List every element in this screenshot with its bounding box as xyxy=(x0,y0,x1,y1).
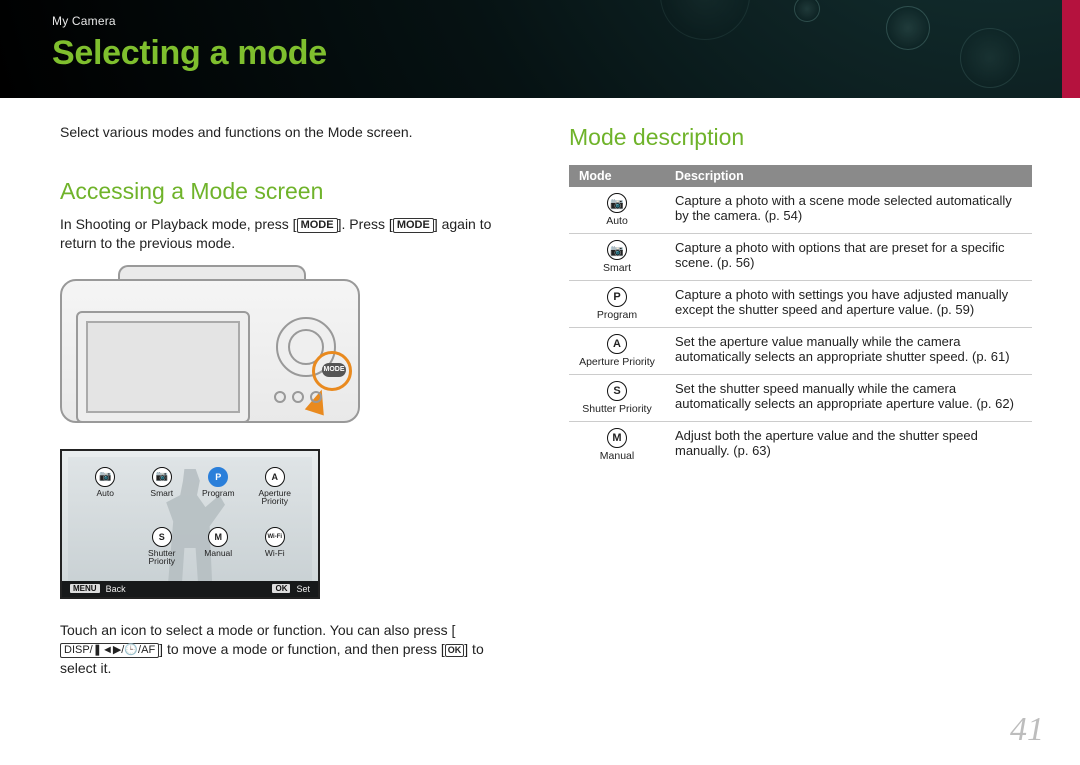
left-column: Select various modes and functions on th… xyxy=(60,124,523,677)
mode-icon-p: P xyxy=(607,287,627,307)
camera-icon: 📷 xyxy=(95,467,115,487)
mode-label: Wi-Fi xyxy=(265,549,285,558)
camera-buttons xyxy=(274,383,336,411)
mode-icon-a: A xyxy=(265,467,285,487)
camera-illustration: MODE xyxy=(60,265,360,423)
mode-screen-footer: MENU Back OK Set xyxy=(62,581,318,597)
th-mode: Mode xyxy=(569,165,665,187)
mode-label: Aperture Priority xyxy=(248,489,303,506)
ok-button-label: OK xyxy=(445,644,465,657)
decor-circle xyxy=(886,6,930,50)
mode-desc: Adjust both the aperture value and the s… xyxy=(665,422,1032,469)
mode-name: Program xyxy=(579,309,655,321)
section-heading-accessing: Accessing a Mode screen xyxy=(60,178,523,205)
mode-icon-m: M xyxy=(607,428,627,448)
mode-icon-s: S xyxy=(607,381,627,401)
touch-paragraph: Touch an icon to select a mode or functi… xyxy=(60,621,523,678)
mode-desc: Capture a photo with options that are pr… xyxy=(665,234,1032,281)
set-label: Set xyxy=(296,584,310,594)
wifi-icon: Wi-Fi xyxy=(265,527,285,547)
mode-screen-inner: 📷 Auto 📷 Smart P Program A Aperture Priority… xyxy=(68,457,312,591)
page-body: Select various modes and functions on th… xyxy=(0,98,1080,677)
mode-icon-a: A xyxy=(607,334,627,354)
text: ]. Press [ xyxy=(338,216,393,232)
table-row: Smart Capture a photo with options that … xyxy=(569,234,1032,281)
menu-tag: MENU xyxy=(70,584,100,593)
table-row: M Manual Adjust both the aperture value a… xyxy=(569,422,1032,469)
mode-icon-p: P xyxy=(208,467,228,487)
text: ] to move a mode or function, and then p… xyxy=(159,641,445,657)
ok-tag: OK xyxy=(272,584,290,593)
mode-grid-row2: S Shutter Priority M Manual Wi-Fi Wi-Fi xyxy=(78,527,302,566)
lead-text: Select various modes and functions on th… xyxy=(60,124,523,140)
mode-name: Aperture Priority xyxy=(579,356,655,368)
mode-item-manual: M Manual xyxy=(191,527,246,566)
mode-desc: Capture a photo with settings you have a… xyxy=(665,281,1032,328)
mode-label: Manual xyxy=(204,549,232,558)
mode-button-label: MODE xyxy=(393,218,434,233)
th-description: Description xyxy=(665,165,1032,187)
camera-screen xyxy=(76,311,250,423)
mode-desc: Capture a photo with a scene mode select… xyxy=(665,187,1032,234)
table-row: Auto Capture a photo with a scene mode s… xyxy=(569,187,1032,234)
table-row: S Shutter Priority Set the shutter speed … xyxy=(569,375,1032,422)
decor-circle xyxy=(960,28,1020,88)
page-header: My Camera Selecting a mode xyxy=(0,0,1080,98)
mode-item-auto: 📷 Auto xyxy=(78,467,133,506)
text: In Shooting or Playback mode, press [ xyxy=(60,216,297,232)
mode-desc: Set the shutter speed manually while the… xyxy=(665,375,1032,422)
mode-item-wifi: Wi-Fi Wi-Fi xyxy=(248,527,303,566)
mode-item-aperture: A Aperture Priority xyxy=(248,467,303,506)
mode-screen-illustration: 📷 Auto 📷 Smart P Program A Aperture Priority… xyxy=(60,449,320,599)
camera-body: MODE xyxy=(60,279,360,423)
mode-name: Manual xyxy=(579,450,655,462)
mode-item-program: P Program xyxy=(191,467,246,506)
mode-icon-m: M xyxy=(208,527,228,547)
camera-icon: 📷 xyxy=(152,467,172,487)
table-row: P Program Capture a photo with settings y… xyxy=(569,281,1032,328)
mode-name: Auto xyxy=(579,215,655,227)
mode-description-table: Mode Description Auto Capture a photo wi… xyxy=(569,165,1032,468)
right-column: Mode description Mode Description Auto C… xyxy=(569,124,1032,677)
mode-label: Program xyxy=(202,489,235,498)
back-label: Back xyxy=(106,584,126,594)
mode-desc: Set the aperture value manually while th… xyxy=(665,328,1032,375)
text: Touch an icon to select a mode or functi… xyxy=(60,622,455,638)
accessing-paragraph: In Shooting or Playback mode, press [MOD… xyxy=(60,215,523,253)
mode-button-icon: MODE xyxy=(322,363,346,377)
mode-label: Shutter Priority xyxy=(135,549,190,566)
camera-icon xyxy=(607,193,627,213)
mode-item-smart: 📷 Smart xyxy=(135,467,190,506)
mode-item-shutter: S Shutter Priority xyxy=(135,527,190,566)
mode-name: Shutter Priority xyxy=(579,403,655,415)
mode-grid-row1: 📷 Auto 📷 Smart P Program A Aperture Priority xyxy=(78,467,302,506)
section-heading-mode-description: Mode description xyxy=(569,124,1032,151)
mode-icon-s: S xyxy=(152,527,172,547)
mode-name: Smart xyxy=(579,262,655,274)
nav-keys-label: DISP/❚◄▶/🕒/AF xyxy=(60,643,159,658)
mode-button-label: MODE xyxy=(297,218,338,233)
page-number: 41 xyxy=(1010,711,1044,749)
table-row: A Aperture Priority Set the aperture valu… xyxy=(569,328,1032,375)
mode-label: Smart xyxy=(150,489,173,498)
mode-label: Auto xyxy=(97,489,115,498)
camera-icon xyxy=(607,240,627,260)
